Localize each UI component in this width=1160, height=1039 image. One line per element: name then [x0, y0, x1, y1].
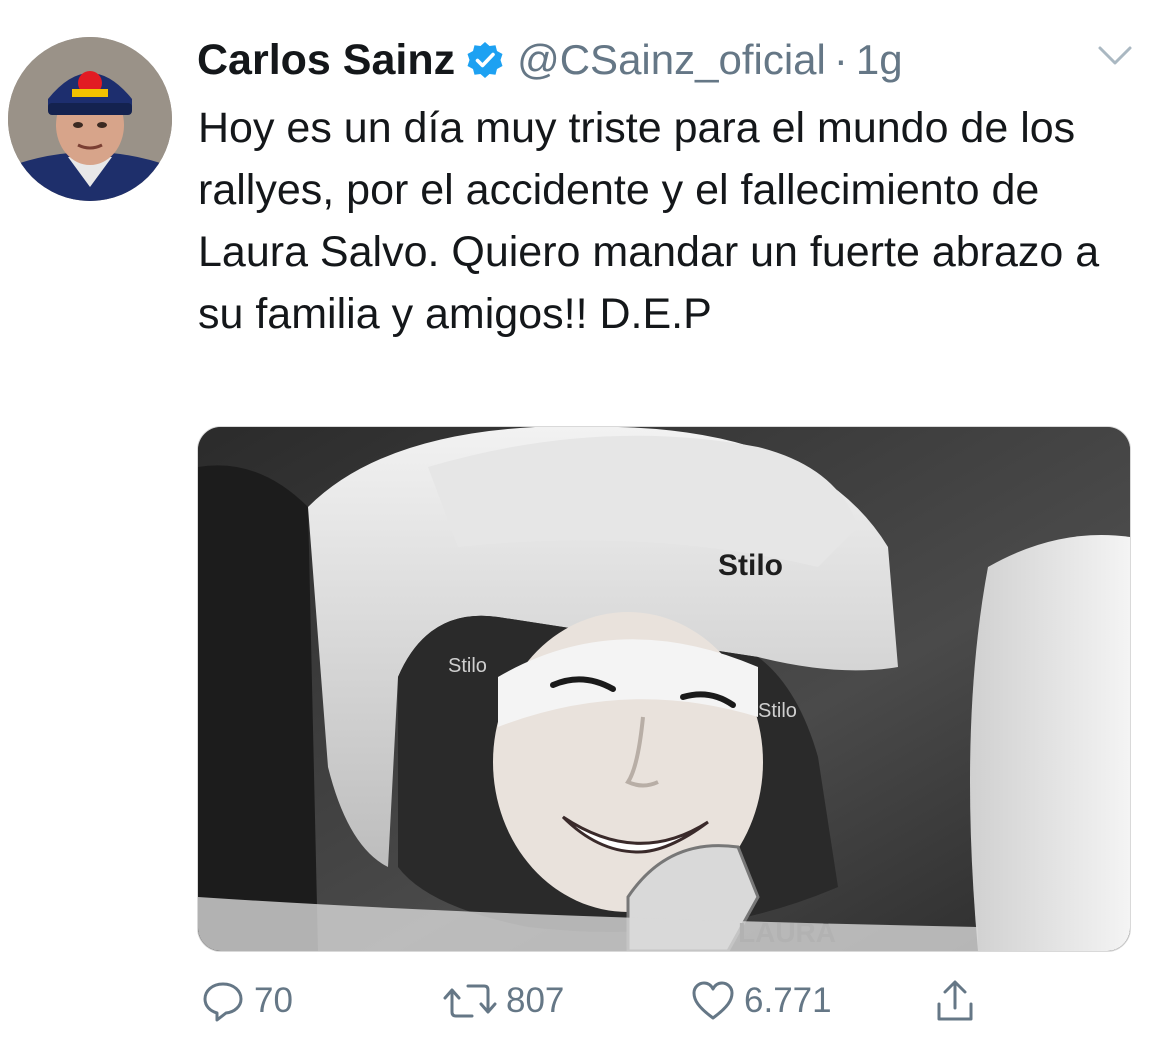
- tweet-photo[interactable]: Stilo Stilo Stilo LAURA: [197, 426, 1131, 952]
- author-name[interactable]: Carlos Sainz: [197, 36, 455, 85]
- more-options-button[interactable]: [1096, 42, 1134, 70]
- chevron-down-icon: [1098, 46, 1132, 65]
- retweet-count: 807: [506, 981, 565, 1020]
- reply-count: 70: [254, 981, 293, 1020]
- tweet-text: Hoy es un día muy triste para el mundo d…: [198, 104, 1100, 338]
- share-icon: [937, 980, 973, 1021]
- reply-icon: [203, 982, 243, 1022]
- heart-icon: [692, 981, 734, 1020]
- like-button[interactable]: 6.771: [690, 978, 832, 1024]
- author-handle[interactable]: @CSainz_oficial: [517, 36, 826, 84]
- tweet-header: Carlos Sainz @CSainz_oficial · 1g: [197, 30, 903, 90]
- retweet-icon: [443, 984, 497, 1018]
- share-button[interactable]: [932, 978, 978, 1024]
- helmet-brand-logo: Stilo: [718, 549, 783, 582]
- tweet-actions: 70 807 6.771: [0, 970, 1160, 1034]
- rally-driver-photo: Stilo Stilo Stilo LAURA: [198, 427, 1130, 951]
- like-count: 6.771: [744, 981, 832, 1020]
- helmet-brand-logo-inner: Stilo: [448, 655, 487, 677]
- retweet-button[interactable]: 807: [442, 978, 564, 1024]
- reply-button[interactable]: 70: [200, 978, 293, 1024]
- author-avatar[interactable]: [8, 37, 172, 201]
- meta-separator: ·: [833, 36, 848, 83]
- tweet-timestamp[interactable]: 1g: [856, 36, 903, 84]
- helmet-brand-logo-right: Stilo: [758, 700, 797, 722]
- avatar-image: [8, 37, 172, 201]
- verified-badge-icon: [465, 40, 505, 80]
